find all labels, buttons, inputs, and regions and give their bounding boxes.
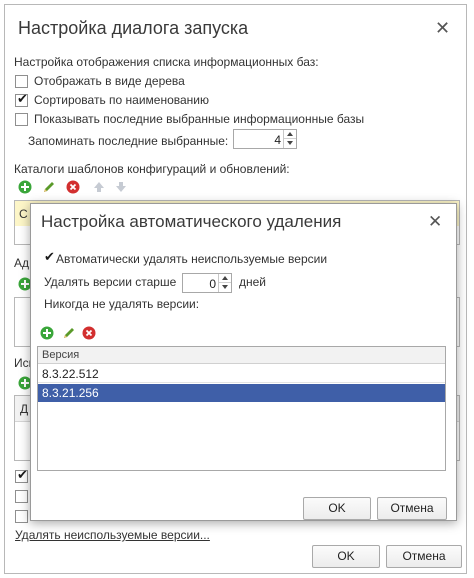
cancel-button[interactable]: Отмена bbox=[386, 545, 462, 568]
dialog-title: Настройка диалога запуска bbox=[18, 18, 249, 38]
delete-icon[interactable] bbox=[82, 326, 96, 340]
versions-table-header[interactable]: Версия bbox=[38, 347, 445, 364]
table-row[interactable]: 8.3.22.512 bbox=[38, 365, 445, 383]
auto-delete-dialog: Настройка автоматического удаления ✕ ✔ А… bbox=[30, 203, 457, 521]
auto-delete-label: Автоматически удалять неиспользуемые вер… bbox=[56, 252, 328, 266]
arrow-up-icon[interactable] bbox=[92, 180, 106, 194]
bottom-checkbox-2[interactable] bbox=[15, 490, 28, 503]
delete-icon[interactable] bbox=[66, 180, 80, 194]
list-settings-label: Настройка отображения списка информацион… bbox=[14, 55, 319, 69]
show-recent-label: Показывать последние выбранные информаци… bbox=[34, 112, 365, 126]
close-icon[interactable]: ✕ bbox=[435, 19, 450, 37]
delete-unused-versions-link[interactable]: Удалять неиспользуемые версии... bbox=[15, 528, 210, 542]
tree-view-label: Отображать в виде дерева bbox=[34, 74, 185, 88]
modal-ok-button[interactable]: OK bbox=[303, 497, 371, 520]
table-row-selected[interactable]: 8.3.21.256 bbox=[38, 384, 445, 402]
partial-table-header-cell: Д bbox=[20, 402, 29, 416]
pencil-icon[interactable] bbox=[42, 180, 56, 194]
pencil-icon[interactable] bbox=[62, 326, 76, 340]
add-icon[interactable] bbox=[18, 180, 32, 194]
spin-arrows[interactable] bbox=[218, 274, 231, 292]
checkmark-icon: ✔ bbox=[44, 249, 55, 264]
version-cell: 8.3.21.256 bbox=[42, 386, 99, 400]
sort-by-name-checkbox[interactable]: ✔ bbox=[15, 91, 28, 107]
remember-recent-label: Запоминать последние выбранные: bbox=[28, 134, 229, 148]
version-cell: 8.3.22.512 bbox=[42, 367, 99, 381]
tree-view-checkbox[interactable] bbox=[15, 75, 28, 88]
days-label: дней bbox=[239, 275, 267, 289]
spin-arrows[interactable] bbox=[283, 130, 296, 148]
add-icon[interactable] bbox=[40, 326, 54, 340]
bottom-checkbox-1[interactable]: ✔ bbox=[15, 467, 28, 483]
partial-section-label: Ад bbox=[14, 256, 30, 270]
delete-older-label: Удалять версии старше bbox=[44, 275, 177, 289]
checkmark-icon: ✔ bbox=[17, 467, 28, 482]
catalogs-label: Каталоги шаблонов конфигураций и обновле… bbox=[14, 162, 290, 176]
close-icon[interactable]: ✕ bbox=[428, 213, 442, 230]
versions-table[interactable]: Версия 8.3.22.512 8.3.21.256 bbox=[37, 346, 446, 471]
arrow-down-icon[interactable] bbox=[114, 180, 128, 194]
remember-count-field[interactable]: 4 bbox=[233, 129, 297, 149]
remember-count-value: 4 bbox=[274, 133, 281, 147]
version-column-header: Версия bbox=[42, 349, 80, 361]
days-field[interactable]: 0 bbox=[182, 273, 232, 293]
ok-button[interactable]: OK bbox=[312, 545, 380, 568]
show-recent-checkbox[interactable] bbox=[15, 113, 28, 126]
checkmark-icon: ✔ bbox=[17, 91, 28, 106]
auto-delete-dialog-title: Настройка автоматического удаления bbox=[41, 212, 342, 231]
never-delete-label: Никогда не удалять версии: bbox=[44, 297, 200, 311]
days-value: 0 bbox=[209, 277, 216, 291]
catalogs-list-cell: C bbox=[19, 207, 28, 221]
modal-cancel-button[interactable]: Отмена bbox=[377, 497, 447, 520]
sort-by-name-label: Сортировать по наименованию bbox=[34, 93, 210, 107]
bottom-checkbox-3[interactable] bbox=[15, 510, 28, 523]
